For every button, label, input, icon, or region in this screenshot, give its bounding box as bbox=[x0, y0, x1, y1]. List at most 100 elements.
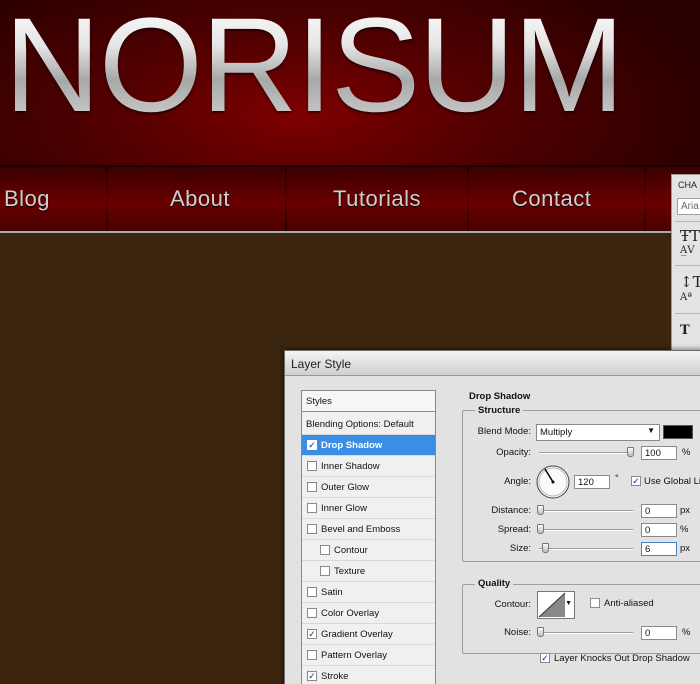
style-item-label: Bevel and Emboss bbox=[321, 524, 401, 535]
chevron-down-icon: ▼ bbox=[647, 426, 655, 435]
angle-label: Angle: bbox=[504, 476, 531, 487]
character-panel: CHA Aria ŦT A̲V ↕T Aª T bbox=[671, 174, 700, 350]
blend-mode-label: Blend Mode: bbox=[477, 426, 531, 437]
vertical-scale-icon[interactable]: ↕T bbox=[680, 273, 700, 291]
style-item-satin[interactable]: Satin bbox=[302, 582, 435, 603]
style-item-bevel-and-emboss[interactable]: Bevel and Emboss bbox=[302, 519, 435, 540]
style-item-drop-shadow[interactable]: ✓ Drop Shadow bbox=[302, 435, 435, 456]
site-header: NORISUM bbox=[0, 0, 700, 165]
size-unit: px bbox=[680, 543, 691, 554]
drop-shadow-panel: Drop Shadow Structure Blend Mode: Multip… bbox=[453, 387, 700, 684]
angle-dial-icon[interactable] bbox=[535, 464, 571, 500]
styles-header[interactable]: Styles bbox=[302, 391, 435, 412]
site-logo: NORISUM bbox=[4, 0, 625, 136]
style-checkbox[interactable] bbox=[307, 650, 317, 660]
style-item-pattern-overlay[interactable]: Pattern Overlay bbox=[302, 645, 435, 666]
font-family-field[interactable]: Aria bbox=[677, 198, 700, 215]
style-item-gradient-overlay[interactable]: ✓ Gradient Overlay bbox=[302, 624, 435, 645]
nav-contact[interactable]: Contact bbox=[512, 167, 591, 231]
style-checkbox[interactable]: ✓ bbox=[307, 440, 317, 450]
opacity-label: Opacity: bbox=[496, 447, 531, 458]
style-checkbox[interactable] bbox=[307, 503, 317, 513]
opacity-slider-thumb[interactable] bbox=[627, 447, 634, 457]
noise-unit: % bbox=[682, 627, 691, 638]
spread-slider-thumb[interactable] bbox=[537, 524, 544, 534]
size-label: Size: bbox=[509, 543, 531, 554]
style-item-label: Inner Shadow bbox=[321, 461, 380, 472]
nav-divider bbox=[644, 167, 646, 231]
spread-slider-track[interactable] bbox=[539, 529, 633, 531]
spread-input[interactable]: 0 bbox=[641, 523, 677, 537]
style-item-label: Contour bbox=[334, 545, 368, 556]
noise-input[interactable]: 0 bbox=[641, 626, 677, 640]
style-item-label: Color Overlay bbox=[321, 608, 380, 619]
style-item-inner-glow[interactable]: Inner Glow bbox=[302, 498, 435, 519]
opacity-input[interactable]: 100 bbox=[641, 446, 677, 460]
style-item-contour[interactable]: Contour bbox=[302, 540, 435, 561]
nav-blog[interactable]: Blog bbox=[4, 167, 50, 231]
noise-label: Noise: bbox=[504, 627, 531, 638]
style-checkbox[interactable] bbox=[307, 608, 317, 618]
style-checkbox[interactable]: ✓ bbox=[307, 671, 317, 681]
nav-about[interactable]: About bbox=[170, 167, 230, 231]
distance-input[interactable]: 0 bbox=[641, 504, 677, 518]
shadow-color-swatch[interactable] bbox=[663, 425, 693, 439]
blending-options-item[interactable]: Blending Options: Default bbox=[302, 414, 435, 435]
size-input[interactable]: 6 bbox=[641, 542, 677, 556]
style-checkbox[interactable] bbox=[307, 587, 317, 597]
style-item-label: Texture bbox=[334, 566, 366, 577]
character-panel-title: CHA bbox=[678, 180, 698, 190]
nav-divider bbox=[106, 167, 108, 231]
style-checkbox[interactable] bbox=[307, 461, 317, 471]
size-slider-track[interactable] bbox=[539, 548, 633, 550]
panel-divider bbox=[675, 313, 700, 314]
nav-tutorials[interactable]: Tutorials bbox=[333, 167, 421, 231]
nav-divider bbox=[285, 167, 287, 231]
quality-group bbox=[462, 584, 700, 654]
spread-unit: % bbox=[680, 524, 689, 535]
contour-preview-icon bbox=[538, 592, 566, 618]
noise-slider-thumb[interactable] bbox=[537, 627, 544, 637]
style-checkbox[interactable] bbox=[307, 524, 317, 534]
style-checkbox[interactable] bbox=[307, 482, 317, 492]
font-size-icon[interactable]: ŦT bbox=[680, 227, 700, 245]
distance-slider-track[interactable] bbox=[539, 510, 633, 512]
size-slider-thumb[interactable] bbox=[542, 543, 549, 553]
site-nav: Blog About Tutorials Contact bbox=[0, 167, 700, 231]
style-item-texture[interactable]: Texture bbox=[302, 561, 435, 582]
style-item-label: Inner Glow bbox=[321, 503, 367, 514]
style-item-color-overlay[interactable]: Color Overlay bbox=[302, 603, 435, 624]
style-checkbox[interactable] bbox=[320, 566, 330, 576]
faux-bold-icon[interactable]: T bbox=[680, 323, 690, 338]
contour-label: Contour: bbox=[494, 599, 531, 610]
opacity-unit: % bbox=[682, 447, 691, 458]
blend-mode-select[interactable]: Multiply ▼ bbox=[536, 424, 660, 441]
style-item-stroke[interactable]: ✓ Stroke bbox=[302, 666, 435, 684]
noise-slider-track[interactable] bbox=[539, 632, 633, 634]
baseline-shift-icon[interactable]: Aª bbox=[680, 292, 692, 303]
style-checkbox[interactable]: ✓ bbox=[307, 629, 317, 639]
distance-slider-thumb[interactable] bbox=[537, 505, 544, 515]
style-item-outer-glow[interactable]: Outer Glow bbox=[302, 477, 435, 498]
kerning-icon[interactable]: A̲V bbox=[680, 245, 694, 256]
nav-divider bbox=[467, 167, 469, 231]
knockout-checkbox[interactable]: ✓ bbox=[540, 653, 550, 663]
styles-list: Styles Blending Options: Default ✓ Drop S… bbox=[301, 390, 436, 684]
contour-dropdown-arrow-icon: ▼ bbox=[565, 600, 572, 607]
style-checkbox[interactable] bbox=[320, 545, 330, 555]
angle-input[interactable]: 120 bbox=[574, 475, 610, 489]
contour-picker[interactable]: ▼ bbox=[537, 591, 575, 619]
global-light-checkbox[interactable]: ✓ bbox=[631, 476, 641, 486]
dialog-titlebar[interactable]: Layer Style bbox=[285, 351, 700, 376]
style-item-label: Stroke bbox=[321, 671, 349, 682]
style-item-inner-shadow[interactable]: Inner Shadow bbox=[302, 456, 435, 477]
structure-legend: Structure bbox=[475, 405, 524, 416]
anti-aliased-checkbox[interactable] bbox=[590, 598, 600, 608]
spread-label: Spread: bbox=[497, 524, 531, 535]
style-item-label: Pattern Overlay bbox=[321, 650, 387, 661]
style-item-label: Satin bbox=[321, 587, 343, 598]
opacity-slider-track[interactable] bbox=[539, 452, 633, 454]
global-light-label: Use Global Li bbox=[644, 476, 700, 487]
section-title: Drop Shadow bbox=[469, 391, 531, 402]
dialog-title: Layer Style bbox=[291, 357, 352, 371]
